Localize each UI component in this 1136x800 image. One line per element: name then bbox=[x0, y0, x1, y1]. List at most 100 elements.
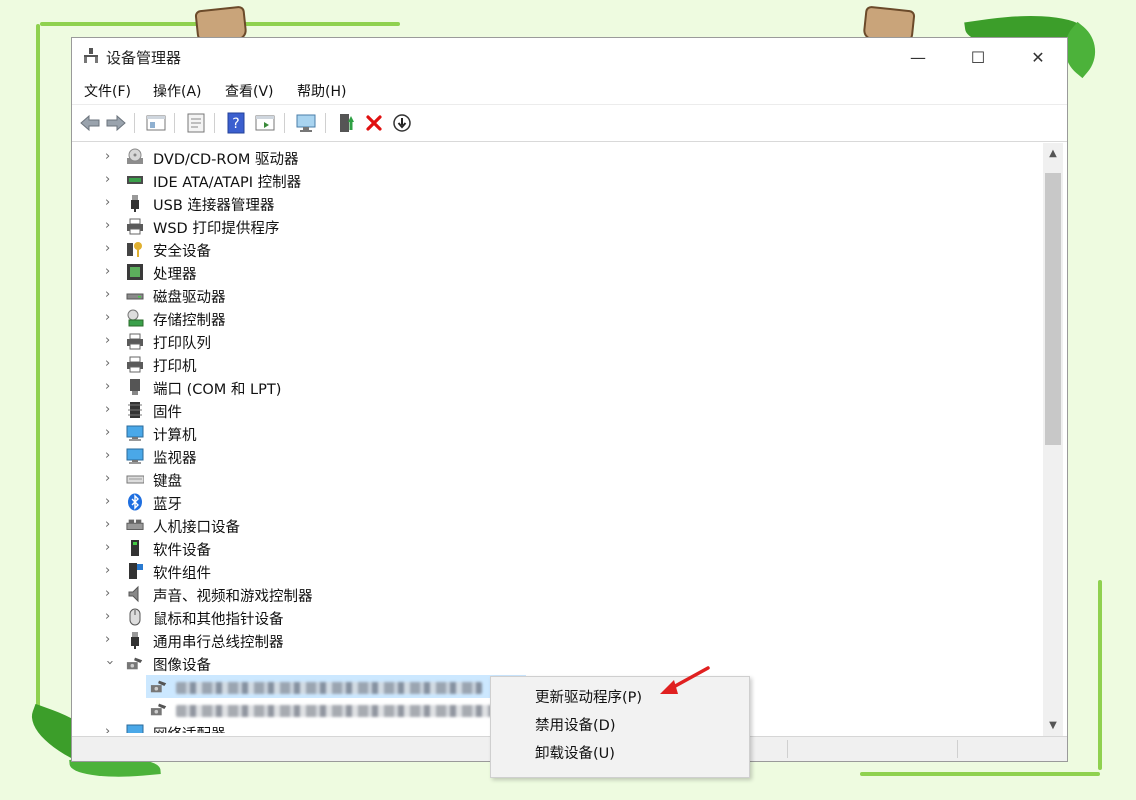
chevron-right-icon[interactable]: › bbox=[105, 494, 110, 509]
maximize-button[interactable]: ☐ bbox=[948, 38, 1008, 76]
bluetooth-icon bbox=[128, 493, 142, 511]
menu-view[interactable]: 查看(V) bbox=[225, 81, 274, 101]
keyboard-icon bbox=[126, 475, 144, 484]
tree-item-label: 人机接口设备 bbox=[153, 520, 240, 536]
chevron-right-icon[interactable]: › bbox=[105, 563, 110, 578]
context-menu-uninstall-device[interactable]: 卸载设备(U) bbox=[535, 742, 615, 763]
title-bar[interactable]: 设备管理器 — ☐ ✕ bbox=[72, 38, 1067, 76]
scroll-thumb[interactable] bbox=[1045, 173, 1061, 445]
decor-border-left bbox=[36, 24, 40, 724]
tree-item-storage[interactable]: › 存储控制器 bbox=[72, 307, 1032, 330]
back-icon[interactable] bbox=[78, 111, 102, 135]
tree-item-software-device[interactable]: › 软件设备 bbox=[72, 537, 1032, 560]
tree-item-label: 计算机 bbox=[153, 428, 197, 444]
tree-item-processor[interactable]: › 处理器 bbox=[72, 261, 1032, 284]
uninstall-icon[interactable] bbox=[362, 111, 386, 135]
properties-icon[interactable] bbox=[184, 111, 208, 135]
chevron-down-icon[interactable]: › bbox=[102, 660, 117, 665]
software-component-icon bbox=[129, 563, 143, 579]
tree-item-software-component[interactable]: › 软件组件 bbox=[72, 560, 1032, 583]
tree-item-sound[interactable]: › 声音、视频和游戏控制器 bbox=[72, 583, 1032, 606]
help-icon[interactable]: ? bbox=[224, 111, 248, 135]
tree-item-usb-controller[interactable]: › 通用串行总线控制器 bbox=[72, 629, 1032, 652]
tree-item-camera-1[interactable] bbox=[146, 675, 526, 698]
tree-item-ports[interactable]: › 端口 (COM 和 LPT) bbox=[72, 376, 1032, 399]
camera-device-icon bbox=[150, 680, 167, 693]
chevron-right-icon[interactable]: › bbox=[105, 287, 110, 302]
scroll-up-icon[interactable]: ▲ bbox=[1043, 143, 1063, 163]
tree-item-dvd[interactable]: › DVD/CD-ROM 驱动器 bbox=[72, 146, 1032, 169]
chevron-right-icon[interactable]: › bbox=[105, 149, 110, 164]
chevron-right-icon[interactable]: › bbox=[105, 724, 110, 733]
tree-item-computer[interactable]: › 计算机 bbox=[72, 422, 1032, 445]
chevron-right-icon[interactable]: › bbox=[105, 172, 110, 187]
close-button[interactable]: ✕ bbox=[1008, 38, 1067, 76]
tree-item-label: USB 连接器管理器 bbox=[153, 198, 275, 214]
tree-item-label: 通用串行总线控制器 bbox=[153, 635, 284, 651]
disk-drive-icon bbox=[126, 293, 144, 300]
menu-file[interactable]: 文件(F) bbox=[84, 81, 131, 101]
disable-icon[interactable] bbox=[390, 111, 414, 135]
tree-item-printer[interactable]: › 打印机 bbox=[72, 353, 1032, 376]
tree-item-label: 存储控制器 bbox=[153, 313, 226, 329]
chevron-right-icon[interactable]: › bbox=[105, 517, 110, 532]
tree-item-keyboard[interactable]: › 键盘 bbox=[72, 468, 1032, 491]
tree-item-imaging[interactable]: › 图像设备 bbox=[72, 652, 1032, 675]
toolbar: ? bbox=[72, 104, 1067, 142]
show-hidden-icon[interactable] bbox=[253, 111, 277, 135]
monitor-icon bbox=[126, 448, 144, 464]
tree-item-ide[interactable]: › IDE ATA/ATAPI 控制器 bbox=[72, 169, 1032, 192]
chevron-right-icon[interactable]: › bbox=[105, 402, 110, 417]
tree-item-disk[interactable]: › 磁盘驱动器 bbox=[72, 284, 1032, 307]
chevron-right-icon[interactable]: › bbox=[105, 425, 110, 440]
scroll-down-icon[interactable]: ▼ bbox=[1043, 715, 1063, 735]
tree-item-hid[interactable]: › 人机接口设备 bbox=[72, 514, 1032, 537]
update-driver-icon[interactable] bbox=[334, 111, 358, 135]
chevron-right-icon[interactable]: › bbox=[105, 471, 110, 486]
menu-action[interactable]: 操作(A) bbox=[153, 81, 202, 101]
tree-item-firmware[interactable]: › 固件 bbox=[72, 399, 1032, 422]
tree-item-label: 声音、视频和游戏控制器 bbox=[153, 589, 313, 605]
tree-item-label: 安全设备 bbox=[153, 244, 211, 260]
tree-item-mouse[interactable]: › 鼠标和其他指针设备 bbox=[72, 606, 1032, 629]
scan-hardware-icon[interactable] bbox=[294, 111, 318, 135]
tree-item-label: 键盘 bbox=[153, 474, 182, 490]
usb-controller-icon bbox=[131, 632, 139, 649]
tree-item-label: 固件 bbox=[153, 405, 182, 421]
device-name-redacted bbox=[176, 680, 482, 696]
hid-icon bbox=[126, 519, 144, 530]
chevron-right-icon[interactable]: › bbox=[105, 586, 110, 601]
print-queue-icon bbox=[127, 333, 143, 350]
decor-border-bottom bbox=[860, 772, 1100, 776]
tree-item-label: 图像设备 bbox=[153, 658, 211, 674]
minimize-button[interactable]: — bbox=[888, 38, 948, 76]
view-icon[interactable] bbox=[144, 111, 168, 135]
chevron-right-icon[interactable]: › bbox=[105, 218, 110, 233]
tree-item-usb-connector[interactable]: › USB 连接器管理器 bbox=[72, 192, 1032, 215]
tree-item-security[interactable]: › 安全设备 bbox=[72, 238, 1032, 261]
tree-item-bluetooth[interactable]: › 蓝牙 bbox=[72, 491, 1032, 514]
chevron-right-icon[interactable]: › bbox=[105, 609, 110, 624]
tree-item-wsd[interactable]: › WSD 打印提供程序 bbox=[72, 215, 1032, 238]
chevron-right-icon[interactable]: › bbox=[105, 632, 110, 647]
chevron-right-icon[interactable]: › bbox=[105, 264, 110, 279]
forward-icon[interactable] bbox=[104, 111, 128, 135]
chevron-right-icon[interactable]: › bbox=[105, 333, 110, 348]
context-menu-disable-device[interactable]: 禁用设备(D) bbox=[535, 714, 615, 735]
chevron-right-icon[interactable]: › bbox=[105, 241, 110, 256]
chevron-right-icon[interactable]: › bbox=[105, 310, 110, 325]
tree-item-label: 软件设备 bbox=[153, 543, 211, 559]
tree-item-label: IDE ATA/ATAPI 控制器 bbox=[153, 175, 302, 191]
chevron-right-icon[interactable]: › bbox=[105, 448, 110, 463]
window-title: 设备管理器 bbox=[106, 49, 182, 67]
ide-controller-icon bbox=[127, 176, 143, 184]
tree-item-print-queue[interactable]: › 打印队列 bbox=[72, 330, 1032, 353]
menu-help[interactable]: 帮助(H) bbox=[297, 81, 346, 101]
chevron-right-icon[interactable]: › bbox=[105, 379, 110, 394]
vertical-scrollbar[interactable]: ▲ ▼ bbox=[1043, 143, 1063, 736]
context-menu-update-driver[interactable]: 更新驱动程序(P) bbox=[535, 686, 642, 707]
tree-item-monitor[interactable]: › 监视器 bbox=[72, 445, 1032, 468]
chevron-right-icon[interactable]: › bbox=[105, 540, 110, 555]
chevron-right-icon[interactable]: › bbox=[105, 195, 110, 210]
chevron-right-icon[interactable]: › bbox=[105, 356, 110, 371]
